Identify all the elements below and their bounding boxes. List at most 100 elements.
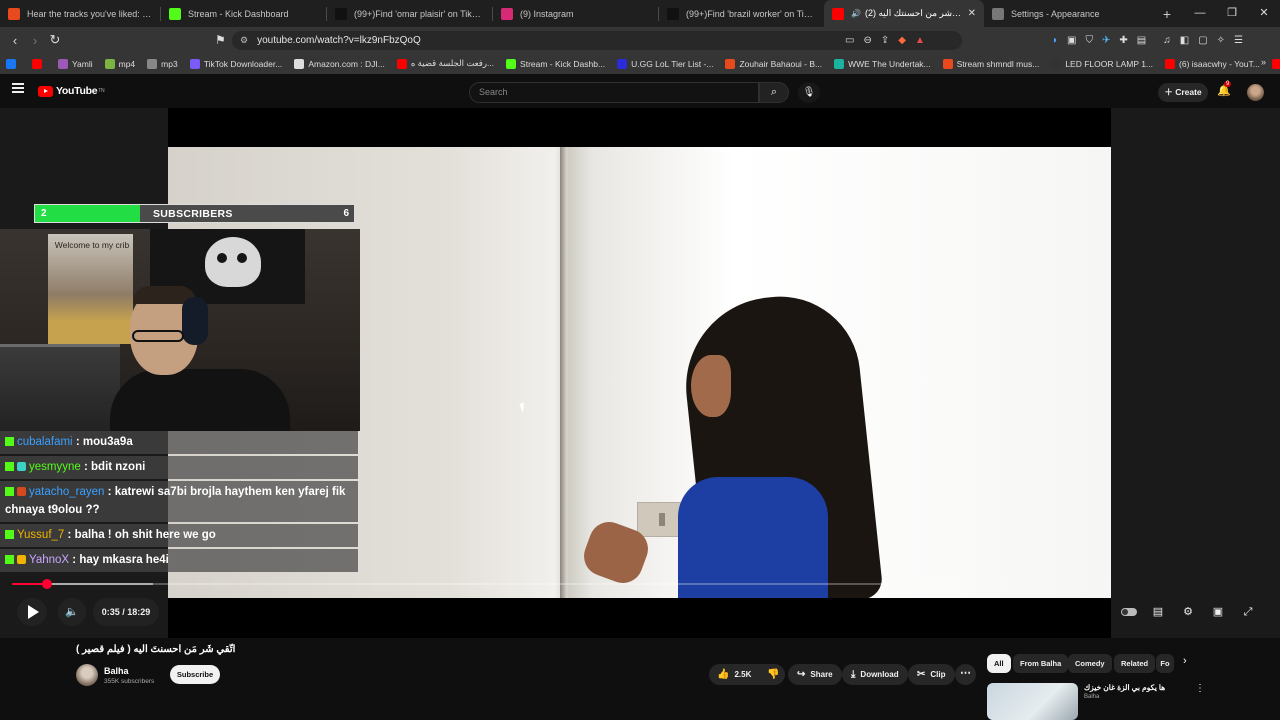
- like-button[interactable]: 👍 2.5K: [709, 664, 759, 685]
- bookmark-label: WWE The Undertak...: [848, 58, 931, 69]
- chip-comedy[interactable]: Comedy: [1068, 654, 1112, 673]
- bookmark-item[interactable]: WWE The Undertak...: [834, 58, 931, 69]
- bookmark-label: TikTok Downloader...: [203, 58, 283, 69]
- bookmark-favicon-icon: [294, 58, 305, 69]
- miniplayer-icon[interactable]: ▣: [1206, 598, 1230, 626]
- bookmark-item[interactable]: (6) isaacwhy - YouT...: [1165, 58, 1260, 69]
- media-icon[interactable]: ♫: [1163, 35, 1171, 46]
- bookmark-item[interactable]: رفعت الجلسة قضية ه...: [396, 58, 494, 69]
- brave-shield-icon[interactable]: ◆: [898, 35, 906, 46]
- more-actions-icon[interactable]: ⋯: [955, 664, 976, 685]
- bookmark-item[interactable]: mp4: [104, 58, 135, 69]
- share-page-icon[interactable]: ⇪: [881, 35, 889, 46]
- notifications-bell-icon[interactable]: 🔔 9: [1217, 81, 1232, 97]
- browser-tab[interactable]: (9) Instagram: [493, 0, 658, 27]
- close-window-button[interactable]: ✕: [1248, 0, 1280, 27]
- search-input[interactable]: Search: [469, 82, 759, 103]
- subscribe-button[interactable]: Subscribe: [170, 665, 220, 684]
- new-tab-button[interactable]: +: [1157, 6, 1177, 22]
- hat-badge-icon: [17, 487, 26, 496]
- extension-icon[interactable]: ✈: [1102, 35, 1110, 46]
- maximize-button[interactable]: ❐: [1216, 0, 1248, 27]
- microphone-icon[interactable]: 🎙: [798, 82, 820, 103]
- menu-icon[interactable]: ☰: [1234, 35, 1243, 46]
- autoplay-toggle[interactable]: [1118, 598, 1140, 626]
- download-button[interactable]: ⤓ Download: [842, 664, 908, 685]
- tab-title: (2) القي شر من احسنتك اليه (: [864, 8, 962, 18]
- site-info-icon[interactable]: ⚙: [240, 35, 248, 46]
- kick-badge-icon: [5, 487, 14, 496]
- zoom-icon[interactable]: ⊖: [863, 35, 871, 46]
- channel-avatar[interactable]: [76, 664, 98, 686]
- back-button[interactable]: ‹: [5, 33, 25, 48]
- bookmark-item[interactable]: U.GG LoL Tier List -...: [617, 58, 713, 69]
- chat-separator: :: [80, 461, 92, 473]
- extension-icon[interactable]: ◗: [1052, 35, 1058, 46]
- chip-more[interactable]: Fo: [1156, 654, 1174, 673]
- bookmark-item[interactable]: Stream - Kick Dashb...: [506, 58, 606, 69]
- more-vert-icon[interactable]: ⋮: [1195, 683, 1205, 694]
- scissors-icon: ✂: [917, 669, 926, 680]
- bookmark-item[interactable]: [32, 58, 46, 69]
- rewards-icon[interactable]: ▲: [915, 35, 925, 46]
- chip-related[interactable]: Related: [1114, 654, 1156, 673]
- volume-icon[interactable]: 🔈: [58, 598, 86, 626]
- channel-name[interactable]: Balha: [104, 666, 129, 676]
- wallet-icon[interactable]: ▢: [1198, 35, 1207, 46]
- progress-bar[interactable]: [12, 583, 1110, 585]
- browser-tab[interactable]: 🔊(2) القي شر من احسنتك اليه ( ✕: [824, 0, 984, 27]
- extensions-puzzle-icon[interactable]: ✚: [1119, 35, 1127, 46]
- bookmark-item[interactable]: Yamli: [58, 58, 93, 69]
- youtube-logo[interactable]: YouTube TN: [38, 85, 105, 97]
- search-icon[interactable]: ⌕: [759, 82, 789, 103]
- ai-icon[interactable]: ✧: [1217, 35, 1225, 46]
- bookmark-item[interactable]: st: [1271, 58, 1280, 69]
- clip-button[interactable]: ✂ Clip: [908, 664, 955, 685]
- chip-all[interactable]: All: [987, 654, 1011, 673]
- bookmark-item[interactable]: Zouhair Bahaoui - B...: [725, 58, 822, 69]
- close-tab-icon[interactable]: ✕: [968, 8, 976, 19]
- browser-tab[interactable]: Hear the tracks you've liked: on Sou: [0, 0, 160, 27]
- browser-tab[interactable]: (99+)Find 'omar plaisir' on TikTok | T: [327, 0, 492, 27]
- extension-icon[interactable]: ▤: [1137, 35, 1146, 46]
- bookmark-item[interactable]: [6, 58, 20, 69]
- bookmark-favicon-icon: [6, 58, 16, 69]
- chevron-right-icon[interactable]: ›: [1183, 655, 1187, 667]
- hamburger-menu-icon[interactable]: [12, 83, 24, 93]
- browser-tab[interactable]: Settings - Appearance: [984, 0, 1149, 27]
- sidebar-icon[interactable]: ◧: [1180, 35, 1189, 46]
- cast-icon[interactable]: ▭: [845, 35, 854, 46]
- share-button[interactable]: ↪ Share: [788, 664, 842, 685]
- subtitles-icon[interactable]: ▤: [1146, 598, 1170, 626]
- minimize-button[interactable]: —: [1184, 0, 1216, 27]
- browser-tab[interactable]: Stream - Kick Dashboard: [161, 0, 326, 27]
- thumbs-up-icon: 👍: [717, 669, 730, 680]
- bookmark-item[interactable]: Amazon.com : DJI...: [294, 58, 385, 69]
- account-avatar[interactable]: [1247, 84, 1264, 101]
- bookmark-item[interactable]: Stream shmndl mus...: [942, 58, 1039, 69]
- play-button[interactable]: [17, 598, 47, 626]
- bookmark-icon[interactable]: ⚑: [215, 33, 226, 47]
- bookmark-item[interactable]: mp3: [147, 58, 178, 69]
- fullscreen-icon[interactable]: ⤢: [1236, 598, 1260, 626]
- extension-icon[interactable]: ▣: [1067, 35, 1076, 46]
- recommendation-title[interactable]: ها يكوم بي الزة غان خيزك: [1084, 683, 1165, 692]
- create-button[interactable]: ＋ Create: [1158, 83, 1208, 102]
- player-right-controls: ▤ ⚙ ▣ ⤢: [1118, 598, 1260, 626]
- recommendation-thumbnail[interactable]: [987, 683, 1078, 720]
- progress-scrubber[interactable]: [42, 579, 52, 589]
- browser-tab[interactable]: (99+)Find 'brazil worker' on TikTok |: [659, 0, 824, 27]
- bookmark-item[interactable]: TikTok Downloader...: [189, 58, 283, 69]
- bookmark-label: Stream - Kick Dashb...: [520, 58, 606, 69]
- more-bookmarks-icon[interactable]: »: [1261, 57, 1266, 67]
- forward-button[interactable]: ›: [25, 33, 45, 48]
- chip-from-channel[interactable]: From Balha: [1013, 654, 1069, 673]
- extension-icon[interactable]: ⛉: [1086, 35, 1094, 46]
- bookmark-label: Yamli: [72, 58, 93, 69]
- tab-audio-icon[interactable]: 🔊: [851, 9, 861, 18]
- settings-gear-icon[interactable]: ⚙: [1176, 598, 1200, 626]
- bookmark-favicon-icon: [104, 58, 115, 69]
- dislike-button[interactable]: 👎: [759, 664, 787, 685]
- bookmark-item[interactable]: LED FLOOR LAMP 1...: [1051, 58, 1153, 69]
- reload-button[interactable]: ↻: [45, 32, 65, 48]
